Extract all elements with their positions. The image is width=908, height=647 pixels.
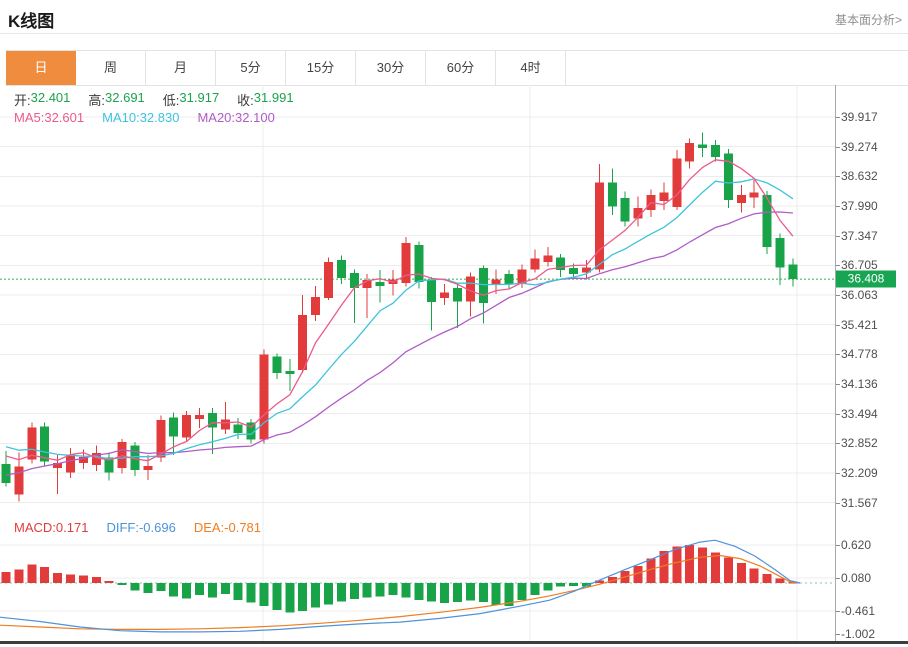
y-axis-label: 35.421 [841,318,878,332]
y-axis-label: 34.136 [841,377,878,391]
high-value: 32.691 [105,90,145,109]
diff-label: DIFF: [106,520,139,535]
close-value: 31.991 [254,90,294,109]
fundamental-analysis-link[interactable]: 基本面分析> [835,11,902,28]
y-axis [835,85,836,641]
tab-day[interactable]: 日 [6,51,76,85]
tab-month[interactable]: 月 [146,51,216,85]
macd-value: 0.171 [56,520,89,535]
y-axis-label: 36.063 [841,288,878,302]
tab-4hour[interactable]: 4时 [496,51,566,85]
y-axis-label: -1.002 [841,627,875,641]
close-label: 收: [237,90,254,109]
ma10-label: MA10: [102,110,140,125]
y-axis-label: 39.917 [841,110,878,124]
macd-legend: MACD:0.171 DIFF: -0.696 DEA: -0.781 [14,520,261,535]
candlestick-chart[interactable] [0,85,835,515]
page-title: K线图 [8,7,54,32]
open-value: 32.401 [31,90,71,109]
y-axis-label: 37.347 [841,229,878,243]
macd-label: MACD: [14,520,56,535]
kline-widget: K线图 基本面分析> 日 周 月 5分 15分 30分 60分 4时 开:32.… [0,0,908,647]
dea-value: -0.781 [224,520,261,535]
y-axis-label: 0.620 [841,538,871,552]
low-value: 31.917 [179,90,219,109]
low-label: 低: [163,90,180,109]
y-axis-label: 32.209 [841,466,878,480]
ma20-value: 32.100 [235,110,275,125]
header-divider [0,33,908,34]
y-axis-label: 32.852 [841,436,878,450]
tab-60min[interactable]: 60分 [426,51,496,85]
ma10-value: 32.830 [140,110,180,125]
tab-5min[interactable]: 5分 [216,51,286,85]
high-label: 高: [88,90,105,109]
tab-week[interactable]: 周 [76,51,146,85]
diff-value: -0.696 [139,520,176,535]
ma5-label: MA5: [14,110,44,125]
ma5-value: 32.601 [44,110,84,125]
y-axis-label: -0.461 [841,604,875,618]
y-axis-label: 37.990 [841,199,878,213]
y-axis-label: 34.778 [841,347,878,361]
y-axis-label: 31.567 [841,496,878,510]
tab-15min[interactable]: 15分 [286,51,356,85]
y-axis-label: 0.080 [841,571,871,585]
timeframe-tabbar: 日 周 月 5分 15分 30分 60分 4时 [6,50,908,86]
ma-legend: MA5: 32.601 MA10: 32.830 MA20: 32.100 [14,110,275,125]
ohlc-legend: 开:32.401 高:32.691 低:31.917 收:31.991 [14,90,294,109]
y-axis-label: 38.632 [841,169,878,183]
last-price-badge: 36.408 [836,271,896,288]
open-label: 开: [14,90,31,109]
ma20-label: MA20: [197,110,235,125]
dea-label: DEA: [194,520,224,535]
y-axis-label: 39.274 [841,140,878,154]
bottom-divider [0,641,908,644]
y-axis-label: 33.494 [841,407,878,421]
tab-30min[interactable]: 30分 [356,51,426,85]
